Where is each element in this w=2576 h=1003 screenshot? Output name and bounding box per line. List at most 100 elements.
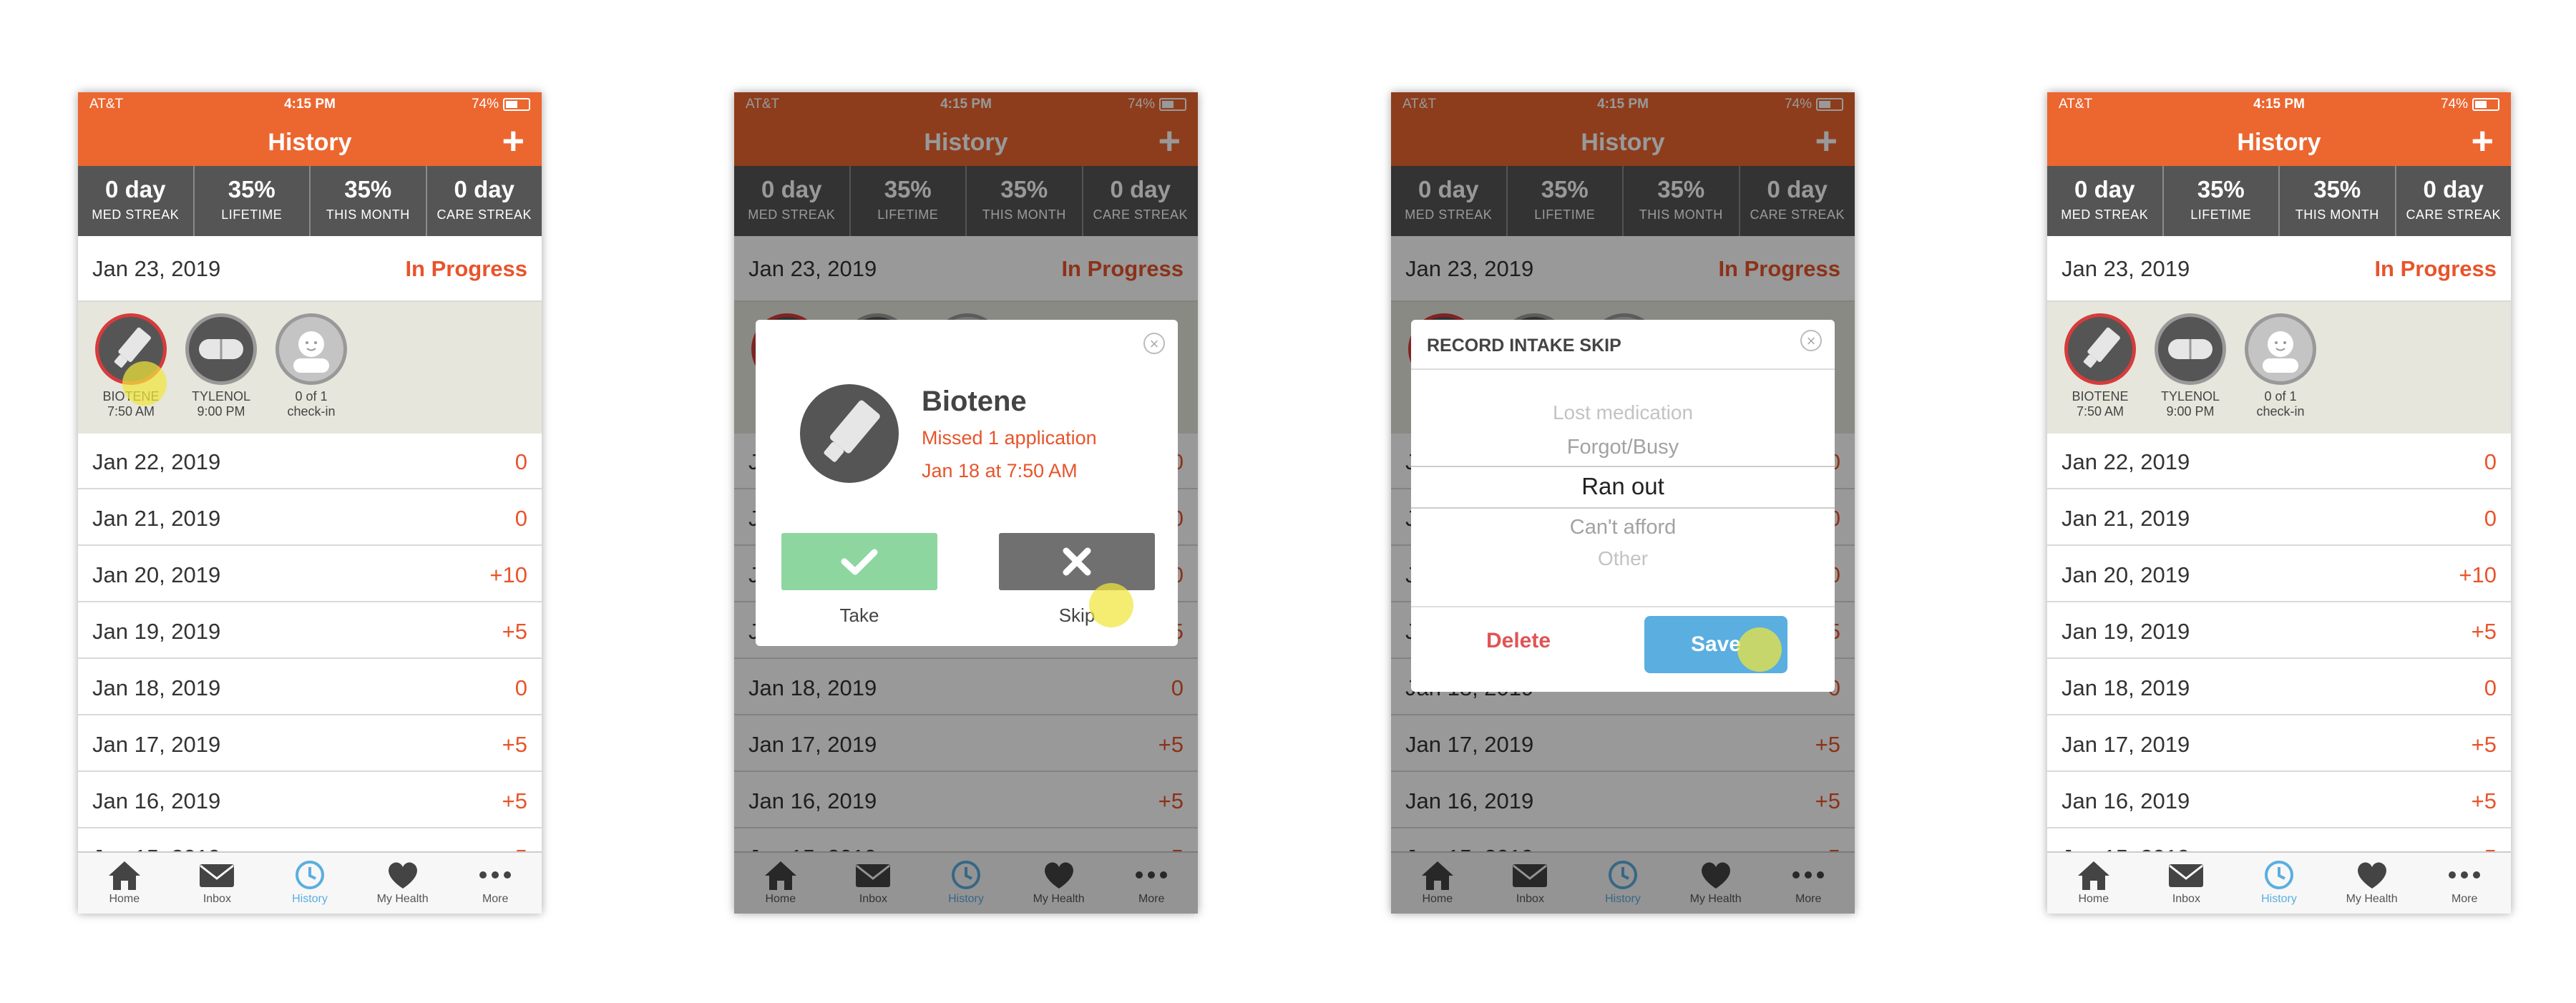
- stat-value: 35%: [2197, 176, 2245, 202]
- tab-home[interactable]: Home: [2047, 853, 2140, 914]
- history-row[interactable]: Jan 17, 2019 +5: [2047, 716, 2511, 772]
- stat-this-month: 35% THIS MONTH: [2280, 166, 2396, 236]
- add-button[interactable]: +: [2471, 122, 2494, 160]
- inbox-icon: [2169, 864, 2204, 887]
- today-row[interactable]: Jan 23, 2019 In Progress: [78, 236, 542, 302]
- row-date: Jan 22, 2019: [2062, 449, 2190, 474]
- phone-screen-1: AT&T 4:15 PM 74% History + 0 day MED STR…: [78, 92, 542, 914]
- stat-care-streak: 0 day CARE STREAK: [427, 166, 542, 236]
- delete-button[interactable]: Delete: [1440, 629, 1597, 653]
- stat-value: 35%: [228, 176, 275, 202]
- stat-this-month: 35% THIS MONTH: [311, 166, 427, 236]
- stats-bar: 0 day MED STREAK 35% LIFETIME 35% THIS M…: [78, 166, 542, 236]
- checkin-item[interactable]: 0 of 1 check-in: [268, 313, 354, 419]
- medication-strip: BIOTENE 7:50 AM TYLENOL 9:00 PM: [2047, 302, 2511, 434]
- history-row[interactable]: Jan 18, 2019 0: [78, 660, 542, 715]
- tab-label: My Health: [376, 893, 429, 905]
- picker-option[interactable]: Lost medication: [1411, 401, 1835, 424]
- close-icon[interactable]: ×: [1143, 333, 1165, 354]
- history-row[interactable]: Jan 16, 2019 +5: [78, 773, 542, 828]
- tab-bar: Home Inbox History My Health More: [78, 851, 542, 914]
- med-tylenol[interactable]: TYLENOL 9:00 PM: [2147, 313, 2233, 419]
- med-name: TYLENOL: [191, 389, 251, 403]
- history-row[interactable]: Jan 20, 2019 +10: [78, 547, 542, 602]
- history-row[interactable]: Jan 15, 2019 +5: [2047, 829, 2511, 853]
- history-row[interactable]: Jan 17, 2019 +5: [78, 716, 542, 772]
- pill-icon: [2155, 313, 2226, 385]
- tube-icon: [800, 384, 899, 483]
- picker-option[interactable]: Other: [1411, 547, 1835, 570]
- progress-status: In Progress: [2374, 256, 2497, 281]
- face-icon: [2245, 313, 2316, 385]
- tab-label: My Health: [2346, 893, 2398, 905]
- row-points: +5: [2471, 788, 2497, 813]
- tab-label: Home: [2078, 893, 2109, 905]
- row-date: Jan 20, 2019: [2062, 562, 2190, 587]
- stat-med-streak: 0 day MED STREAK: [2047, 166, 2164, 236]
- stat-label: LIFETIME: [2190, 207, 2252, 222]
- close-icon[interactable]: ×: [1800, 330, 1822, 351]
- add-button[interactable]: +: [502, 122, 525, 160]
- tap-indicator: [1737, 627, 1782, 672]
- history-list: Jan 22, 2019 0 Jan 21, 2019 0 Jan 20, 20…: [2047, 434, 2511, 853]
- tab-my-health[interactable]: My Health: [2326, 853, 2419, 914]
- skip-button[interactable]: [999, 533, 1155, 590]
- picker-option[interactable]: Can't afford: [1411, 516, 1835, 539]
- tab-more[interactable]: More: [449, 853, 542, 914]
- today-row[interactable]: Jan 23, 2019 In Progress: [2047, 236, 2511, 302]
- row-points: +5: [2471, 732, 2497, 757]
- picker-option[interactable]: Forgot/Busy: [1411, 436, 1835, 459]
- dialog-title: RECORD INTAKE SKIP: [1427, 336, 1621, 356]
- tab-home[interactable]: Home: [78, 853, 171, 914]
- row-date: Jan 16, 2019: [92, 788, 221, 813]
- row-points: 0: [514, 675, 527, 700]
- history-row[interactable]: Jan 16, 2019 +5: [2047, 773, 2511, 828]
- row-date: Jan 19, 2019: [2062, 619, 2190, 644]
- tab-label: More: [2451, 893, 2478, 905]
- stat-med-streak: 0 day MED STREAK: [78, 166, 195, 236]
- history-row[interactable]: Jan 15, 2019 +5: [78, 829, 542, 853]
- history-row[interactable]: Jan 21, 2019 0: [2047, 490, 2511, 546]
- page-title: History: [2237, 129, 2321, 156]
- tab-history[interactable]: History: [263, 853, 356, 914]
- tab-my-health[interactable]: My Health: [356, 853, 449, 914]
- checkin-item[interactable]: 0 of 1 check-in: [2238, 313, 2323, 419]
- row-points: +5: [502, 788, 527, 813]
- row-date: Jan 23, 2019: [2062, 256, 2190, 281]
- tab-history[interactable]: History: [2233, 853, 2326, 914]
- tab-inbox[interactable]: Inbox: [171, 853, 264, 914]
- row-date: Jan 18, 2019: [92, 675, 221, 700]
- history-row[interactable]: Jan 19, 2019 +5: [78, 603, 542, 659]
- stat-label: THIS MONTH: [326, 207, 410, 222]
- stat-value: 35%: [2313, 176, 2361, 202]
- row-date: Jan 19, 2019: [92, 619, 221, 644]
- history-row[interactable]: Jan 21, 2019 0: [78, 490, 542, 546]
- row-date: Jan 16, 2019: [2062, 788, 2190, 813]
- row-date: Jan 22, 2019: [92, 449, 221, 474]
- picker-selection-bottom: [1411, 507, 1835, 509]
- history-list: Jan 22, 2019 0 Jan 21, 2019 0 Jan 20, 20…: [78, 434, 542, 853]
- row-points: +10: [2459, 562, 2497, 587]
- status-bar: AT&T 4:15 PM 74%: [78, 92, 542, 116]
- stat-label: CARE STREAK: [436, 207, 532, 222]
- tab-label: Inbox: [203, 893, 231, 905]
- missed-text: Missed 1 application: [922, 427, 1097, 449]
- tab-inbox[interactable]: Inbox: [2140, 853, 2233, 914]
- med-tylenol[interactable]: TYLENOL 9:00 PM: [178, 313, 264, 419]
- row-points: 0: [2484, 506, 2497, 531]
- tab-more[interactable]: More: [2418, 853, 2511, 914]
- row-date: Jan 18, 2019: [2062, 675, 2190, 700]
- page-title: History: [268, 129, 352, 156]
- history-row[interactable]: Jan 18, 2019 0: [2047, 660, 2511, 715]
- history-row[interactable]: Jan 22, 2019 0: [78, 434, 542, 489]
- med-biotene[interactable]: BIOTENE 7:50 AM: [2057, 313, 2143, 419]
- take-button[interactable]: [781, 533, 937, 590]
- stat-care-streak: 0 day CARE STREAK: [2396, 166, 2512, 236]
- battery-percent: 74%: [2440, 97, 2468, 112]
- picker-selected-option[interactable]: Ran out: [1411, 473, 1835, 500]
- history-row[interactable]: Jan 20, 2019 +10: [2047, 547, 2511, 602]
- take-label: Take: [839, 605, 879, 626]
- more-icon: [2449, 871, 2481, 879]
- history-row[interactable]: Jan 22, 2019 0: [2047, 434, 2511, 489]
- history-row[interactable]: Jan 19, 2019 +5: [2047, 603, 2511, 659]
